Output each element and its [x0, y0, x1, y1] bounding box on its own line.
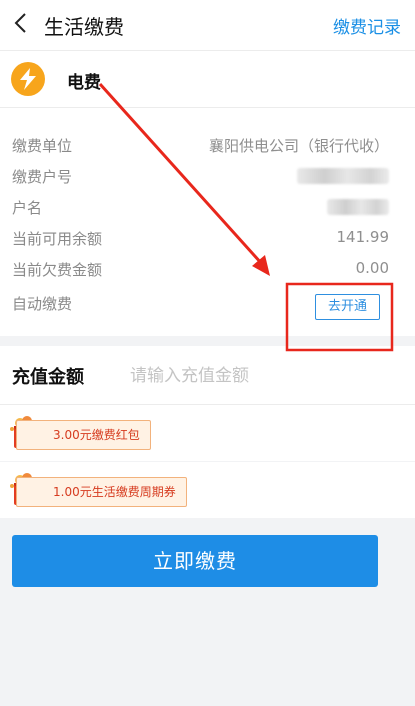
coupon-row: 1.00元生活缴费周期券	[0, 462, 415, 518]
account-name-label: 户名	[12, 199, 43, 217]
payee-label: 缴费单位	[12, 137, 73, 155]
arrears-label: 当前欠费金额	[12, 261, 103, 279]
info-row-balance: 当前可用余额 141.99	[0, 223, 415, 253]
info-row-auto-pay: 自动缴费 去开通	[0, 291, 415, 321]
balance-value: 141.99	[336, 228, 390, 246]
coupon-tag[interactable]: 3.00元缴费红包	[16, 420, 151, 450]
account-info-panel: 缴费单位 襄阳供电公司（银行代收） 缴费户号 户名 当前可用余额 141.99 …	[0, 108, 415, 336]
biller-name: 电费	[67, 73, 101, 93]
account-number-redacted	[297, 168, 389, 184]
auto-pay-label: 自动缴费	[12, 295, 73, 313]
info-row-payee: 缴费单位 襄阳供电公司（银行代收）	[0, 130, 415, 160]
lightning-bolt-icon	[11, 62, 45, 96]
payment-history-link[interactable]: 缴费记录	[333, 13, 401, 38]
recharge-amount-row: 充值金额	[0, 346, 415, 405]
top-bar: 生活缴费 缴费记录	[0, 0, 415, 51]
enable-auto-pay-button[interactable]: 去开通	[315, 294, 380, 320]
back-arrow-icon[interactable]	[10, 11, 34, 35]
arrears-value: 0.00	[355, 259, 389, 277]
page-title: 生活缴费	[44, 15, 124, 39]
coupon-tag[interactable]: 1.00元生活缴费周期券	[16, 477, 187, 507]
info-row-arrears: 当前欠费金额 0.00	[0, 254, 415, 284]
info-row-account-number: 缴费户号	[0, 161, 415, 191]
payee-value: 襄阳供电公司（银行代收）	[208, 137, 389, 155]
coupon-row: 3.00元缴费红包	[0, 405, 415, 461]
account-number-label: 缴费户号	[12, 168, 73, 186]
account-name-redacted	[327, 199, 389, 215]
biller-row: 电费	[0, 51, 415, 108]
recharge-amount-input[interactable]	[128, 360, 392, 392]
pay-now-button[interactable]: 立即缴费	[12, 535, 378, 587]
info-row-account-name: 户名	[0, 192, 415, 222]
recharge-amount-label: 充值金额	[12, 367, 84, 388]
balance-label: 当前可用余额	[12, 230, 103, 248]
